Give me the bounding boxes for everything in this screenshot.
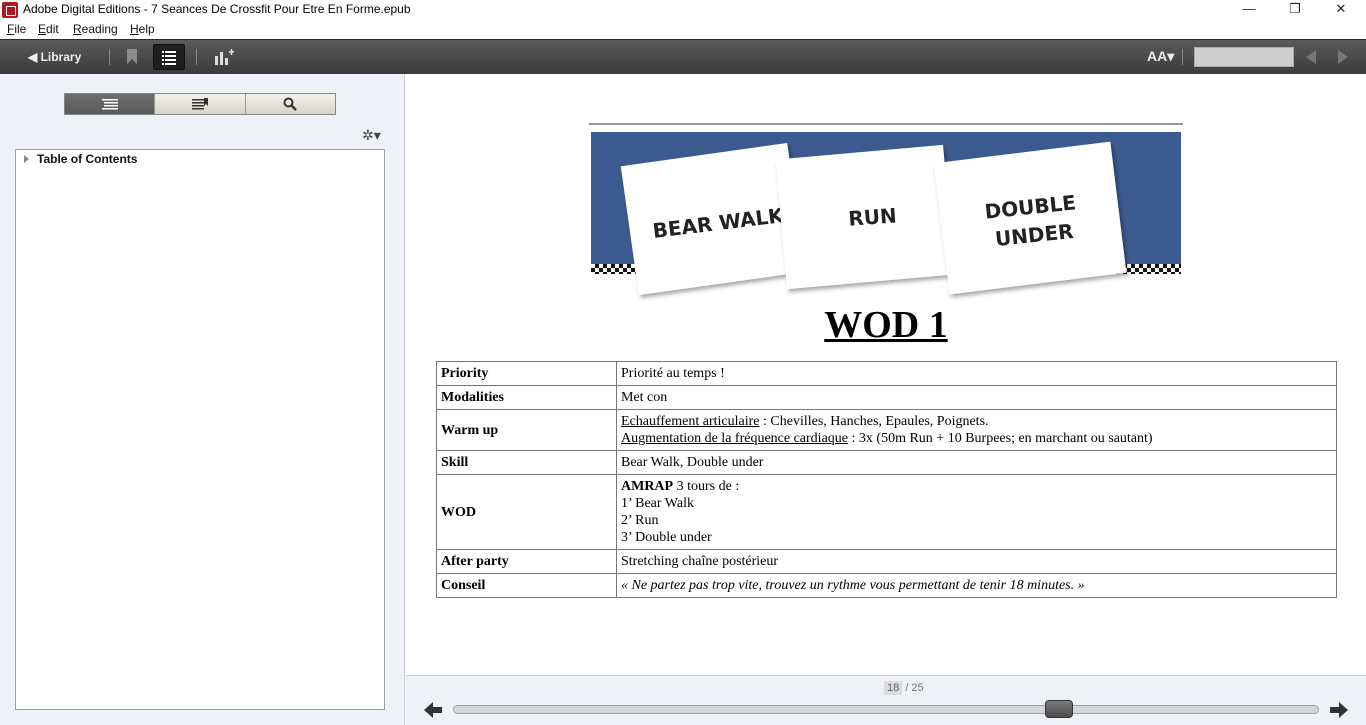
close-button[interactable]: ✕ [1318, 0, 1364, 20]
row-key: Conseil [436, 573, 617, 598]
wod-line-4: 3’ Double under [621, 530, 712, 545]
toolbar-divider [196, 49, 197, 65]
table-row: Priority Priorité au temps ! [436, 361, 1337, 386]
toc-view-tab[interactable] [65, 94, 156, 114]
sidebar-view-switcher [64, 93, 336, 115]
menu-file[interactable]: File [7, 22, 26, 36]
bar-chart-add-icon[interactable] [213, 48, 235, 66]
bookmark-list-icon [191, 98, 208, 110]
search-view-tab[interactable] [245, 94, 335, 114]
table-row: After party Stretching chaîne postérieur [436, 549, 1337, 574]
row-value: Priorité au temps ! [616, 361, 1337, 386]
window-title: Adobe Digital Editions - 7 Seances De Cr… [23, 2, 411, 16]
row-value: Bear Walk, Double under [616, 450, 1337, 475]
page-slider-track[interactable] [453, 705, 1319, 714]
page-counter: 18 / 25 [884, 681, 924, 695]
gear-icon[interactable]: ✲▾ [362, 127, 381, 144]
page-title: WOD 1 [824, 304, 948, 346]
row-key: Warm up [436, 409, 617, 451]
toc-root-item[interactable]: Table of Contents [37, 152, 137, 166]
table-row: Modalities Met con [436, 385, 1337, 410]
row-key: WOD [436, 474, 617, 550]
row-key: Priority [436, 361, 617, 386]
warmup-text-2: : 3x (50m Run + 10 Burpees; en marchant … [848, 431, 1153, 446]
page-number-field[interactable] [1194, 47, 1294, 67]
row-key: Modalities [436, 385, 617, 410]
search-icon [283, 97, 298, 111]
expand-arrow-icon[interactable] [24, 155, 29, 163]
row-value: Stretching chaîne postérieur [616, 549, 1337, 574]
row-key: Skill [436, 450, 617, 475]
page-top-rule [589, 123, 1183, 125]
library-button[interactable]: ◀ Library [28, 47, 81, 67]
arrow-right-icon[interactable] [1330, 702, 1348, 718]
font-size-button[interactable]: AA▾ [1147, 48, 1174, 65]
bookmarks-view-tab[interactable] [155, 94, 246, 114]
wod-line-1: 3 tours de : [673, 479, 740, 494]
warmup-link-1[interactable]: Echauffement articulaire [621, 414, 760, 429]
card-double-under: DOUBLE UNDER [933, 141, 1127, 295]
menu-reading[interactable]: Reading [73, 22, 118, 36]
bookmark-icon[interactable] [126, 49, 138, 64]
list-icon [162, 51, 176, 65]
table-row: Conseil « Ne partez pas trop vite, trouv… [436, 573, 1337, 598]
reader-pane: BEAR WALK RUN DOUBLE UNDER WOD 1 Priorit… [406, 74, 1366, 674]
table-row: Skill Bear Walk, Double under [436, 450, 1337, 475]
current-page: 18 [884, 681, 903, 695]
wod-table: Priority Priorité au temps ! Modalities … [436, 361, 1337, 598]
restore-button[interactable]: ❐ [1272, 0, 1318, 20]
next-page-icon[interactable] [1338, 50, 1348, 64]
row-value: AMRAP 3 tours de : 1’ Bear Walk 2’ Run 3… [616, 474, 1337, 550]
row-value: Echauffement articulaire : Chevilles, Ha… [616, 409, 1337, 451]
toc-icon [101, 99, 118, 110]
toolbar-divider [109, 49, 110, 65]
menu-edit[interactable]: Edit [38, 22, 59, 36]
wod-line-3: 2’ Run [621, 513, 659, 528]
row-value: Met con [616, 385, 1337, 410]
arrow-left-icon[interactable] [424, 702, 442, 718]
adobe-digital-editions-icon [2, 2, 18, 18]
minimize-button[interactable]: — [1226, 0, 1272, 20]
row-key: After party [436, 549, 617, 574]
wod-line-2: 1’ Bear Walk [621, 496, 694, 511]
page-slider-thumb[interactable] [1045, 700, 1074, 718]
card-run: RUN [775, 144, 955, 290]
table-row: WOD AMRAP 3 tours de : 1’ Bear Walk 2’ R… [436, 474, 1337, 550]
sidebar: ✲▾ Table of Contents [0, 74, 405, 725]
title-bar: Adobe Digital Editions - 7 Seances De Cr… [0, 0, 1366, 20]
toc-toggle-button[interactable] [153, 44, 185, 70]
card-2-label: RUN [848, 203, 898, 230]
row-value: « Ne partez pas trop vite, trouvez un ry… [616, 573, 1337, 598]
wod-format: AMRAP [621, 479, 674, 494]
toolbar-divider [1182, 49, 1183, 65]
previous-page-icon[interactable] [1306, 50, 1316, 64]
warmup-text-1: : Chevilles, Hanches, Epaules, Poignets. [759, 414, 989, 429]
total-pages: / 25 [905, 682, 924, 694]
menu-help[interactable]: Help [130, 22, 155, 36]
toolbar: ◀ Library AA▾ [0, 39, 1366, 74]
page-navigation-bar: 18 / 25 [406, 675, 1366, 725]
menu-bar: File Edit Reading Help [0, 20, 1366, 39]
warmup-link-2[interactable]: Augmentation de la fréquence cardiaque [621, 431, 848, 446]
app-window: Adobe Digital Editions - 7 Seances De Cr… [0, 0, 1366, 725]
exercise-cards-banner: BEAR WALK RUN DOUBLE UNDER [591, 132, 1181, 296]
table-row: Warm up Echauffement articulaire : Chevi… [436, 409, 1337, 451]
toc-panel: Table of Contents [15, 149, 385, 710]
